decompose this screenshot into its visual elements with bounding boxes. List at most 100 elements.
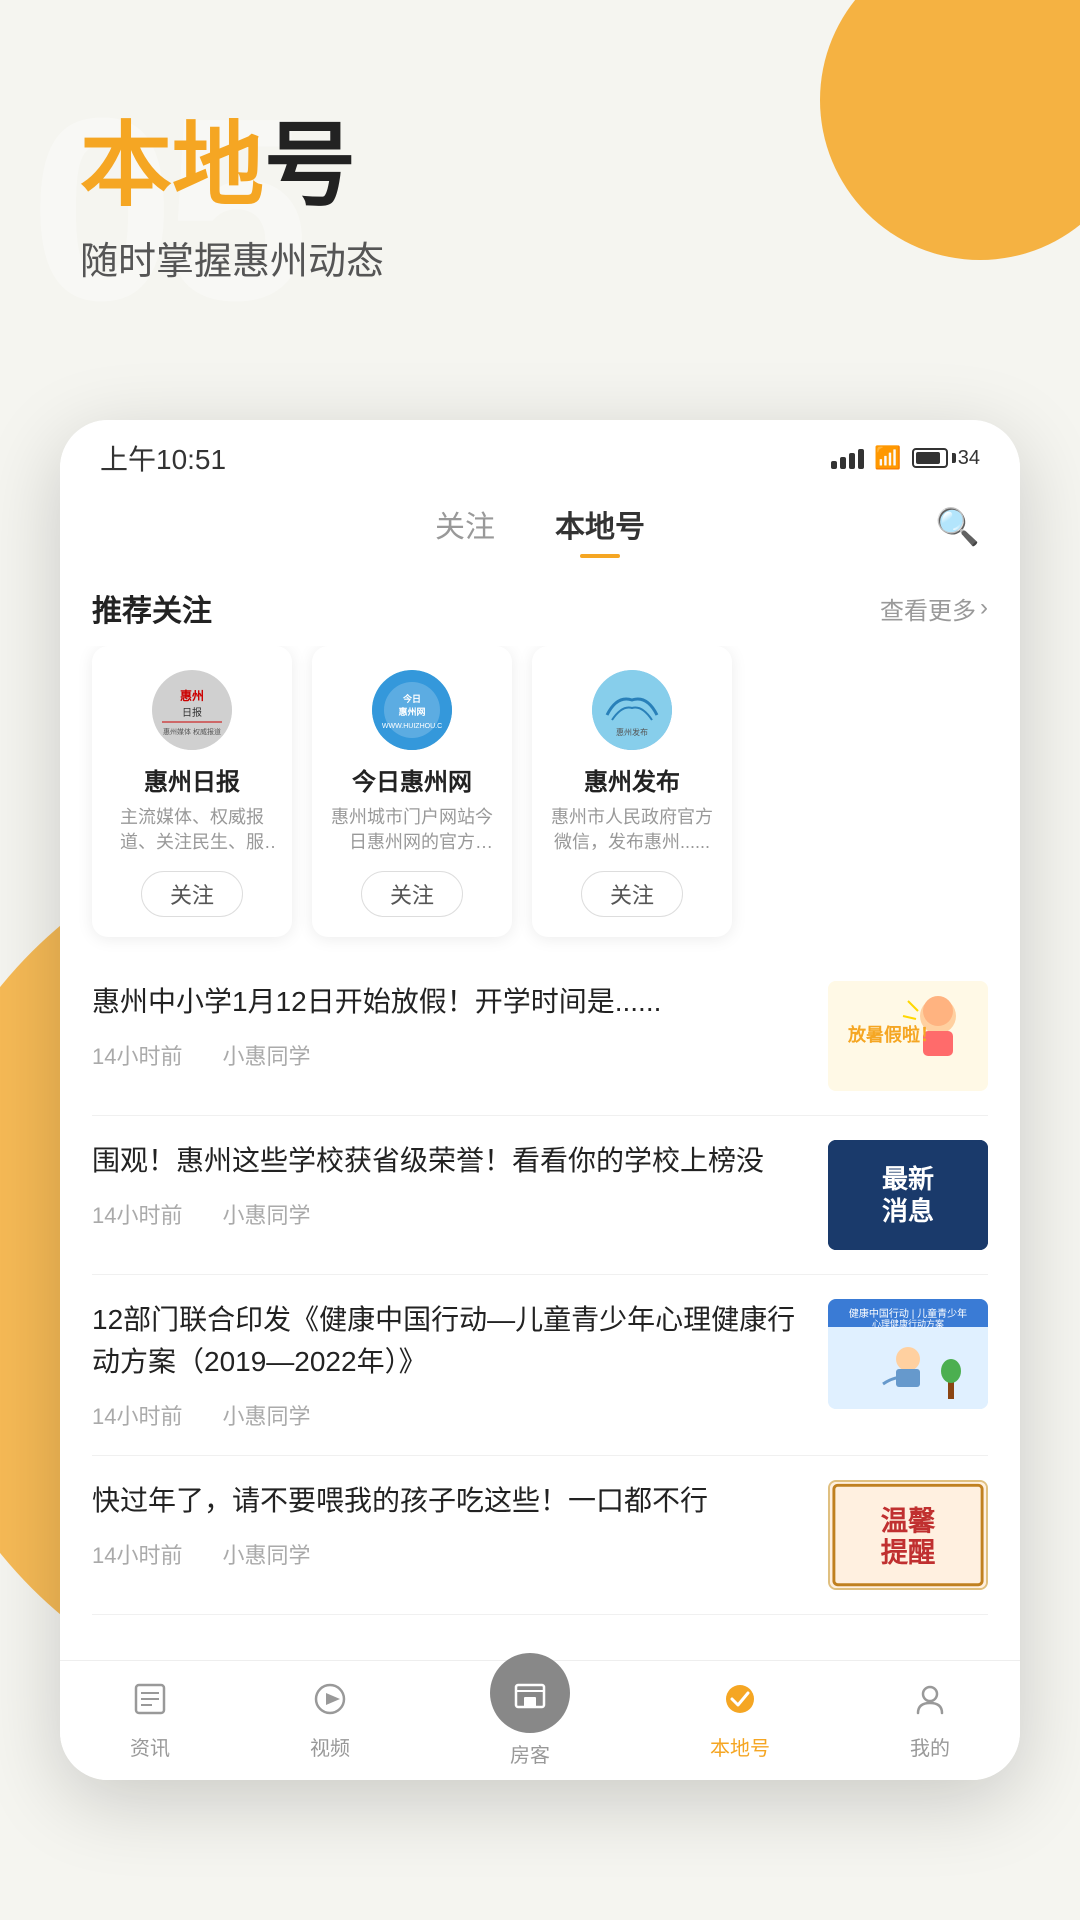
account-name-0: 惠州日报 [144,762,240,797]
account-desc-2: 惠州市人民政府官方微信，发布惠州...... [548,805,716,855]
see-more-label: 查看更多 [880,591,976,626]
video-icon [312,1681,348,1726]
battery-body [912,448,948,468]
tab-follow[interactable]: 关注 [435,502,495,558]
signal-icon [831,447,864,469]
battery-icon: 34 [912,447,980,470]
battery-tip [952,453,956,463]
phone-mockup: 上午10:51 📶 34 关注 本地号 🔍 推荐关注 [60,420,1020,1780]
signal-bar-4 [858,449,864,469]
svg-text:温馨: 温馨 [881,1507,936,1537]
svg-text:提醒: 提醒 [881,1538,936,1568]
signal-bar-2 [840,457,846,469]
news-content-3: 快过年了，请不要喂我的孩子吃这些！一口都不行 14小时前 小惠同学 [92,1480,808,1570]
news-time-0: 14小时前 [92,1039,182,1071]
header-title: 本地 号 [80,120,384,212]
news-meta-0: 14小时前 小惠同学 [92,1039,808,1071]
news-time-3: 14小时前 [92,1538,182,1570]
house-icon [490,1653,570,1733]
account-avatar-2: 惠州发布 [592,670,672,750]
bottom-nav-news-label: 资讯 [130,1732,170,1761]
news-thumb-2: 健康中国行动 | 儿童青少年 心理健康行动方案 [828,1299,988,1409]
news-time-1: 14小时前 [92,1198,182,1230]
section-title: 推荐关注 [92,586,212,630]
svg-text:惠州: 惠州 [180,688,204,703]
account-card-0: 惠州 日报 惠州媒体 权威报道 惠州日报 主流媒体、权威报道、关注民生、服务..… [92,646,292,937]
account-avatar-0: 惠州 日报 惠州媒体 权威报道 [152,670,232,750]
status-time: 上午10:51 [100,438,226,478]
bottom-nav-mine[interactable]: 我的 [910,1681,950,1761]
local-icon [722,1681,758,1726]
news-title-1: 围观！惠州这些学校获省级荣誉！看看你的学校上榜没 [92,1140,808,1182]
bottom-nav-mine-label: 我的 [910,1732,950,1761]
bottom-nav-news[interactable]: 资讯 [130,1681,170,1761]
bottom-nav-local[interactable]: 本地号 [710,1681,770,1761]
news-icon [132,1681,168,1726]
signal-bar-1 [831,461,837,469]
header-subtitle: 随时掌握惠州动态 [80,230,384,285]
news-item-1[interactable]: 围观！惠州这些学校获省级荣誉！看看你的学校上榜没 14小时前 小惠同学 最新 消… [92,1116,988,1275]
account-card-2: 惠州发布 惠州发布 惠州市人民政府官方微信，发布惠州...... 关注 [532,646,732,937]
mine-icon [912,1681,948,1726]
news-meta-2: 14小时前 小惠同学 [92,1399,808,1431]
news-list: 惠州中小学1月12日开始放假！开学时间是...... 14小时前 小惠同学 放暑… [60,957,1020,1615]
tab-local[interactable]: 本地号 [555,502,645,558]
news-content-0: 惠州中小学1月12日开始放假！开学时间是...... 14小时前 小惠同学 [92,981,808,1071]
news-content-2: 12部门联合印发《健康中国行动—儿童青少年心理健康行动方案（2019—2022年… [92,1299,808,1431]
news-content-1: 围观！惠州这些学校获省级荣誉！看看你的学校上榜没 14小时前 小惠同学 [92,1140,808,1230]
bottom-nav-video-label: 视频 [310,1732,350,1761]
svg-text:放暑假啦！: 放暑假啦！ [847,1024,938,1045]
news-thumb-1: 最新 消息 [828,1140,988,1250]
svg-text:WWW.HUIZHOU.C: WWW.HUIZHOU.C [382,723,442,730]
follow-button-2[interactable]: 关注 [581,871,683,917]
search-icon[interactable]: 🔍 [935,506,980,548]
account-card-1: 今日 惠州网 WWW.HUIZHOU.C 今日惠州网 惠州城市门户网站今日惠州网… [312,646,512,937]
account-name-2: 惠州发布 [584,762,680,797]
bottom-nav-house-label: 房客 [510,1739,550,1768]
bottom-nav-local-label: 本地号 [710,1732,770,1761]
bottom-nav-video[interactable]: 视频 [310,1681,350,1761]
news-time-2: 14小时前 [92,1399,182,1431]
follow-button-1[interactable]: 关注 [361,871,463,917]
recommended-section-header: 推荐关注 查看更多 › [60,558,1020,646]
news-thumb-3: 温馨 提醒 [828,1480,988,1590]
news-item-0[interactable]: 惠州中小学1月12日开始放假！开学时间是...... 14小时前 小惠同学 放暑… [92,957,988,1116]
header-title-black: 号 [264,120,356,212]
signal-bar-3 [849,453,855,469]
status-bar: 上午10:51 📶 34 [60,420,1020,486]
news-title-3: 快过年了，请不要喂我的孩子吃这些！一口都不行 [92,1480,808,1522]
bg-circle-top [820,0,1080,260]
news-item-3[interactable]: 快过年了，请不要喂我的孩子吃这些！一口都不行 14小时前 小惠同学 温馨 提醒 [92,1456,988,1615]
news-title-2: 12部门联合印发《健康中国行动—儿童青少年心理健康行动方案（2019—2022年… [92,1299,808,1383]
svg-text:日报: 日报 [182,706,202,719]
account-cards: 惠州 日报 惠州媒体 权威报道 惠州日报 主流媒体、权威报道、关注民生、服务..… [60,646,1020,957]
wifi-icon: 📶 [874,445,901,471]
account-avatar-1: 今日 惠州网 WWW.HUIZHOU.C [372,670,452,750]
news-author-2: 小惠同学 [222,1399,310,1431]
news-author-1: 小惠同学 [222,1198,310,1230]
news-item-2[interactable]: 12部门联合印发《健康中国行动—儿童青少年心理健康行动方案（2019—2022年… [92,1275,988,1456]
header-title-orange: 本地 [80,120,264,212]
bottom-nav-house[interactable]: 房客 [490,1673,570,1768]
svg-text:惠州网: 惠州网 [398,706,425,717]
follow-button-0[interactable]: 关注 [141,871,243,917]
news-meta-1: 14小时前 小惠同学 [92,1198,808,1230]
chevron-right-icon: › [980,594,988,622]
bottom-nav: 资讯 视频 房客 [60,1660,1020,1780]
svg-text:今日: 今日 [402,693,421,704]
news-meta-3: 14小时前 小惠同学 [92,1538,808,1570]
news-author-0: 小惠同学 [222,1039,310,1071]
svg-text:惠州发布: 惠州发布 [616,727,648,737]
svg-text:惠州媒体 权威报道: 惠州媒体 权威报道 [163,727,221,736]
svg-text:最新: 最新 [882,1164,934,1194]
svg-text:消息: 消息 [882,1196,934,1226]
news-title-0: 惠州中小学1月12日开始放假！开学时间是...... [92,981,808,1023]
news-author-3: 小惠同学 [222,1538,310,1570]
status-icons: 📶 34 [831,445,980,471]
battery-fill [916,452,940,464]
battery-num: 34 [958,447,980,470]
account-desc-1: 惠州城市门户网站今日惠州网的官方微...... [328,805,496,855]
see-more-button[interactable]: 查看更多 › [880,591,988,626]
nav-tabs: 关注 本地号 🔍 [60,486,1020,558]
account-name-1: 今日惠州网 [352,762,472,797]
